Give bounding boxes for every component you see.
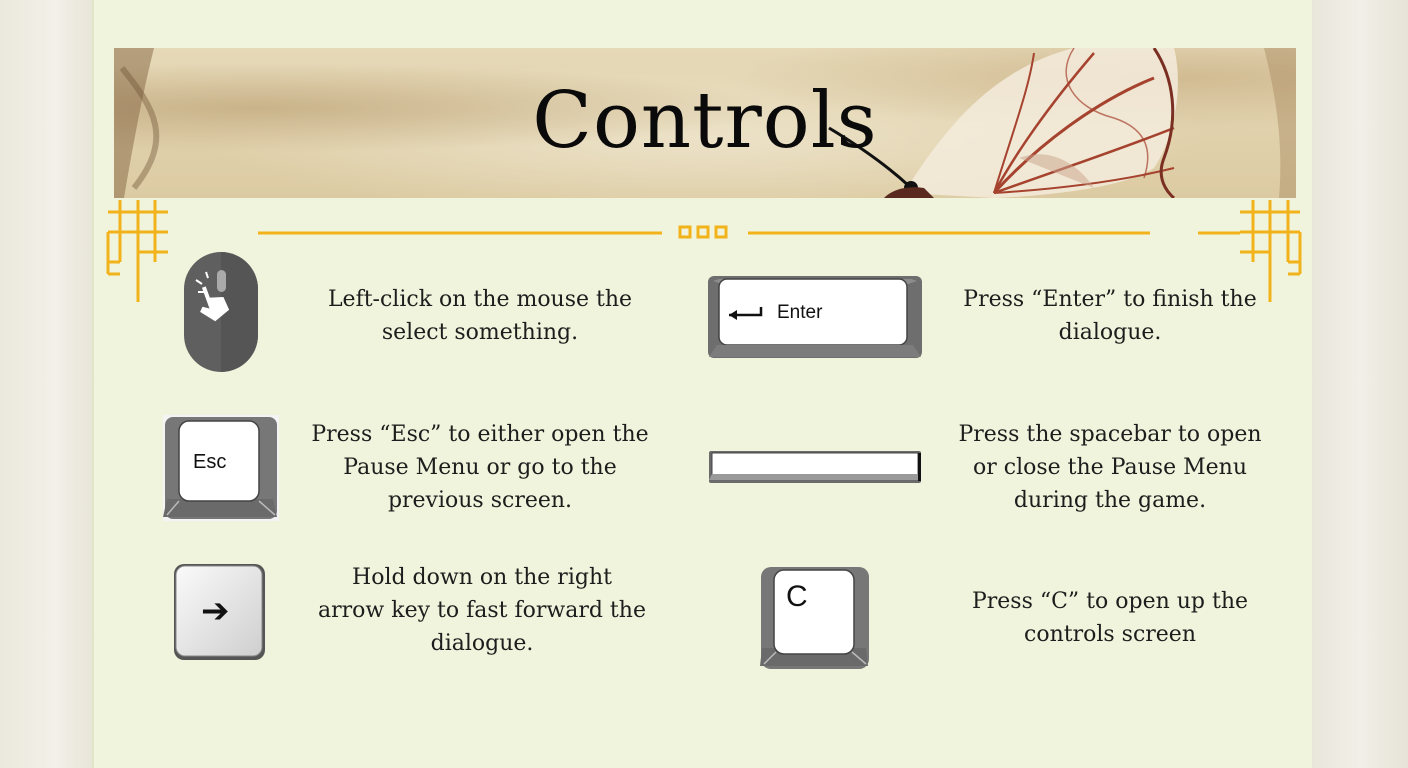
mouse-click-icon [184, 252, 258, 372]
esc-key-icon: Esc [163, 415, 279, 521]
right-arrow-key-icon: ➔ [173, 563, 266, 661]
enter-description: Press “Enter” to finish the dialogue. [963, 287, 1257, 345]
spacebar-key-icon [709, 451, 921, 483]
c-key-icon: C [760, 566, 870, 670]
esc-description: Press “Esc” to either open the Pause Men… [311, 422, 649, 513]
arrow-description: Hold down on the right arrow key to fast… [318, 565, 646, 656]
spacebar-description: Press the spacebar to open or close the … [958, 422, 1262, 513]
enter-key-icon: Enter [707, 275, 923, 359]
c-description: Press “C” to open up the controls screen [971, 589, 1249, 647]
mouse-description: Left-click on the mouse the select somet… [327, 287, 633, 345]
